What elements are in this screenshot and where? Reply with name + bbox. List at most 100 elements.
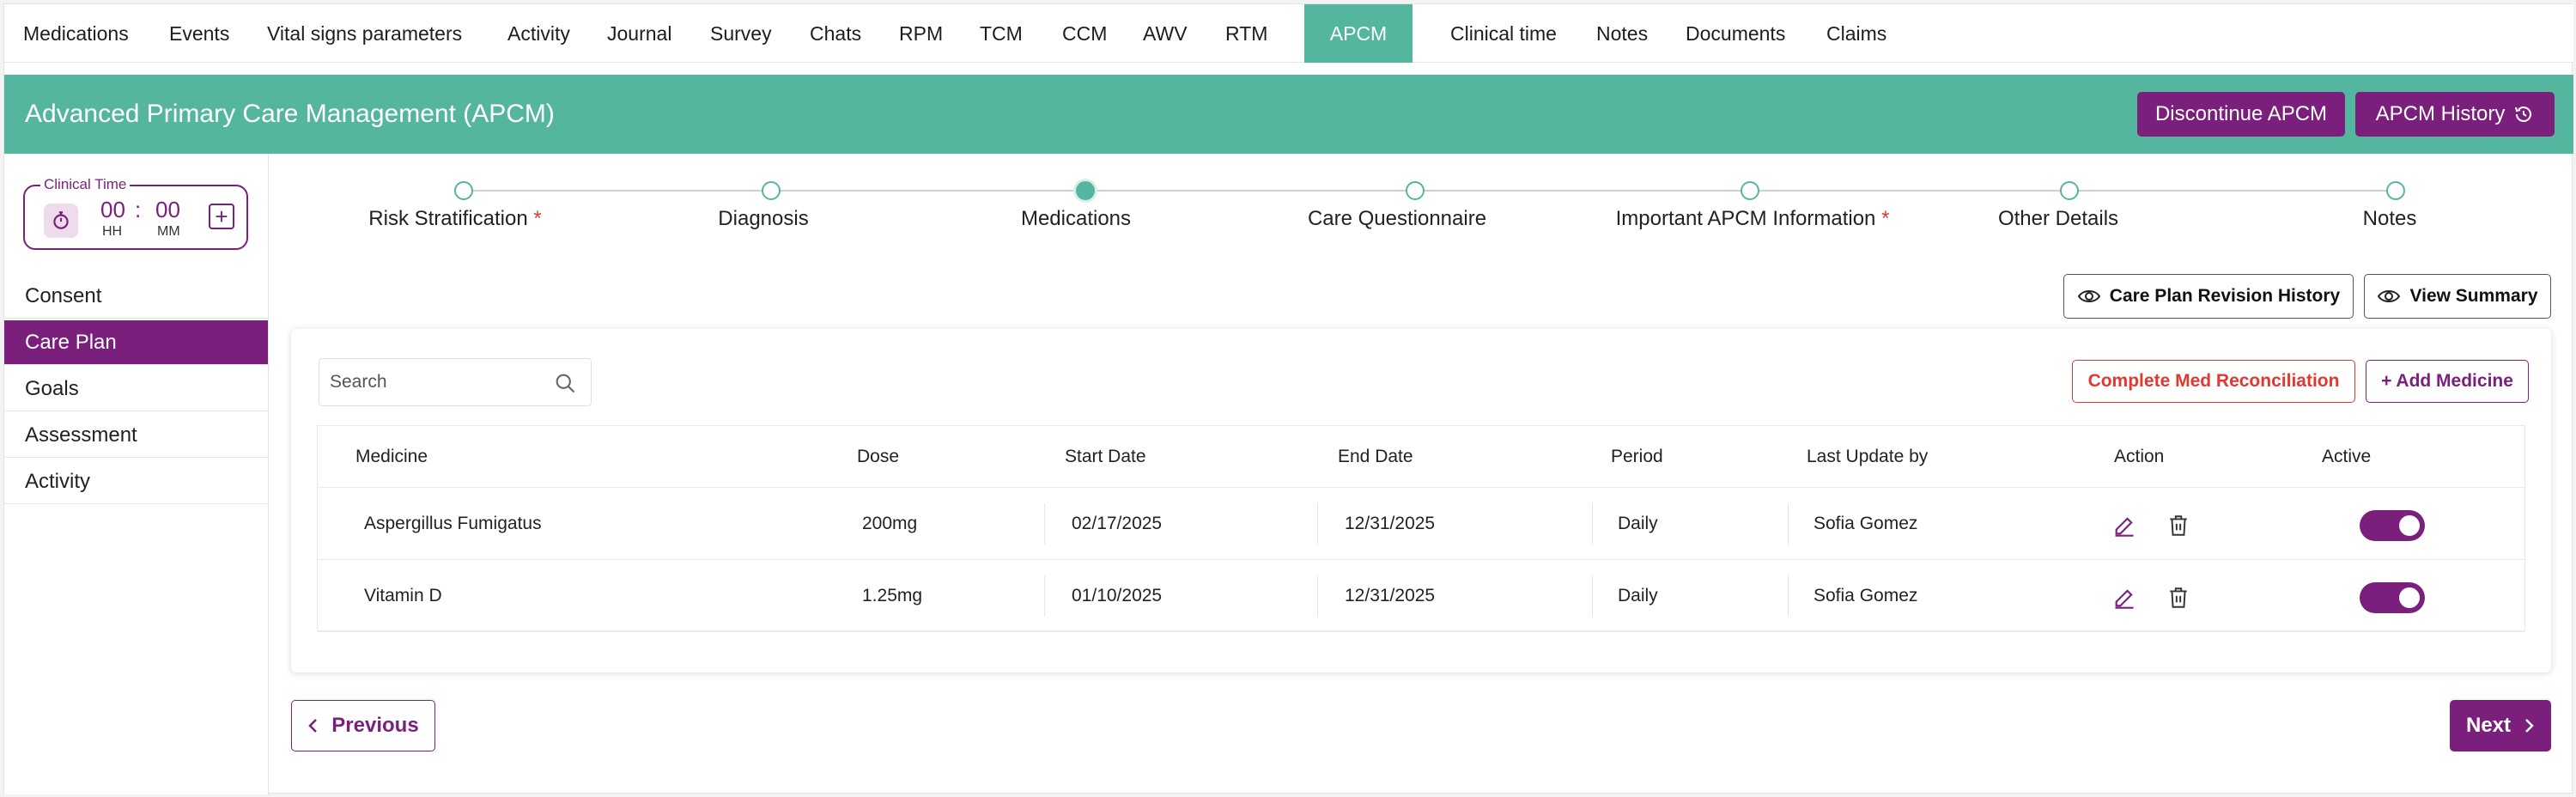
tab-tcm[interactable]: TCM: [980, 4, 1023, 63]
app-frame: Medications Events Vital signs parameter…: [3, 3, 2573, 794]
search-box: [319, 358, 592, 406]
cell-divider: [1592, 575, 1593, 617]
sidebar-item-assessment[interactable]: Assessment: [4, 413, 268, 458]
cell-divider: [1044, 503, 1045, 545]
add-medicine-button[interactable]: + Add Medicine: [2366, 360, 2529, 403]
last-update-by: Sofia Gomez: [1814, 586, 1918, 605]
tab-apcm[interactable]: APCM: [1304, 4, 1413, 63]
step-dot-medications[interactable]: [1076, 181, 1095, 200]
start-date: 01/10/2025: [1072, 586, 1163, 605]
column-header-dose: Dose: [857, 447, 900, 466]
tab-survey[interactable]: Survey: [710, 4, 772, 63]
edit-icon[interactable]: [2112, 586, 2136, 614]
medicine-name: Vitamin D: [364, 586, 442, 605]
sidebar-item-goals[interactable]: Goals: [4, 367, 268, 411]
medicine-dose: 200mg: [862, 514, 918, 533]
chevron-right-icon: [2523, 717, 2535, 734]
column-header-end-date: End Date: [1338, 447, 1413, 466]
eye-icon: [2077, 288, 2101, 305]
period: Daily: [1618, 514, 1658, 533]
step-label-notes[interactable]: Notes: [2363, 207, 2417, 231]
care-plan-revision-history-label: Care Plan Revision History: [2109, 286, 2341, 306]
step-dot-risk-stratification[interactable]: [454, 181, 473, 200]
step-label-care-questionnaire[interactable]: Care Questionnaire: [1308, 207, 1486, 231]
plus-icon: +: [215, 204, 228, 229]
tab-events[interactable]: Events: [169, 4, 229, 63]
tab-notes[interactable]: Notes: [1596, 4, 1648, 63]
last-update-by: Sofia Gomez: [1814, 514, 1918, 533]
clinical-time-separator: :: [135, 197, 142, 222]
search-input[interactable]: [330, 369, 544, 395]
edit-icon[interactable]: [2112, 514, 2136, 542]
sidebar-item-activity[interactable]: Activity: [4, 459, 268, 504]
next-button[interactable]: Next: [2450, 700, 2551, 751]
complete-med-reconciliation-button[interactable]: Complete Med Reconciliation: [2072, 360, 2355, 403]
medicine-name: Aspergillus Fumigatus: [364, 514, 542, 533]
period: Daily: [1618, 586, 1658, 605]
tab-awv[interactable]: AWV: [1143, 4, 1188, 63]
tab-medications[interactable]: Medications: [23, 4, 129, 63]
clinical-time-minutes: 00: [155, 197, 180, 222]
trash-icon[interactable]: [2167, 514, 2190, 542]
step-dot-care-questionnaire[interactable]: [1406, 181, 1425, 200]
column-header-action: Action: [2114, 447, 2165, 466]
step-label-diagnosis[interactable]: Diagnosis: [718, 207, 808, 231]
trash-icon[interactable]: [2167, 586, 2190, 614]
step-label-risk-stratification[interactable]: Risk Stratification *: [368, 207, 541, 231]
page-title: Advanced Primary Care Management (APCM): [25, 100, 555, 128]
toggle-knob: [2399, 515, 2420, 536]
step-dot-other-details[interactable]: [2060, 181, 2079, 200]
tab-vital-signs-parameters[interactable]: Vital signs parameters: [267, 4, 462, 63]
minutes-unit-label: MM: [157, 224, 180, 239]
step-dot-important-apcm-information[interactable]: [1741, 181, 1759, 200]
chevron-left-icon: [307, 717, 319, 734]
cell-divider: [1592, 503, 1593, 545]
step-label-medications[interactable]: Medications: [1021, 207, 1131, 231]
history-icon: [2513, 104, 2534, 125]
step-label-other-details[interactable]: Other Details: [1998, 207, 2118, 231]
stepper-track: [464, 190, 2396, 192]
apcm-history-button[interactable]: APCM History: [2355, 92, 2555, 137]
active-toggle[interactable]: [2360, 510, 2425, 541]
discontinue-apcm-button[interactable]: Discontinue APCM: [2137, 92, 2345, 137]
table-row: Vitamin D 1.25mg 01/10/2025 12/31/2025 D…: [318, 560, 2524, 632]
step-dot-diagnosis[interactable]: [762, 181, 781, 200]
sidebar-item-consent[interactable]: Consent: [4, 274, 268, 319]
table-header: Medicine Dose Start Date End Date Period…: [318, 426, 2524, 488]
clinical-time-hours: 00: [100, 197, 125, 222]
clinical-time-label: Clinical Time: [40, 176, 131, 193]
tab-activity[interactable]: Activity: [507, 4, 570, 63]
cell-divider: [1788, 503, 1789, 545]
add-time-button[interactable]: +: [209, 204, 234, 229]
medications-card: Complete Med Reconciliation + Add Medici…: [291, 329, 2551, 672]
active-toggle[interactable]: [2360, 582, 2425, 613]
search-icon[interactable]: [553, 371, 577, 399]
start-date: 02/17/2025: [1072, 514, 1163, 533]
tab-chats[interactable]: Chats: [810, 4, 861, 63]
tab-claims[interactable]: Claims: [1826, 4, 1886, 63]
tab-clinical-time[interactable]: Clinical time: [1450, 4, 1557, 63]
previous-button[interactable]: Previous: [291, 700, 435, 751]
module-tab-bar: Medications Events Vital signs parameter…: [4, 4, 2573, 63]
cell-divider: [1788, 575, 1789, 617]
sidebar-item-care-plan[interactable]: Care Plan: [4, 320, 268, 365]
tab-rpm[interactable]: RPM: [899, 4, 943, 63]
tab-documents[interactable]: Documents: [1686, 4, 1785, 63]
column-header-last-update-by: Last Update by: [1807, 447, 1929, 466]
step-label-important-apcm-information[interactable]: Important APCM Information *: [1616, 207, 1890, 231]
cell-divider: [1044, 575, 1045, 617]
care-plan-revision-history-button[interactable]: Care Plan Revision History: [2063, 274, 2354, 319]
view-summary-button[interactable]: View Summary: [2364, 274, 2551, 319]
apcm-history-label: APCM History: [2375, 102, 2506, 125]
step-dot-notes[interactable]: [2386, 181, 2405, 200]
tab-ccm[interactable]: CCM: [1062, 4, 1107, 63]
tab-rtm[interactable]: RTM: [1225, 4, 1267, 63]
previous-label: Previous: [331, 714, 419, 737]
sidebar: Clinical Time 00 : 00 HH MM + Consent Ca…: [4, 154, 269, 794]
clinical-time-widget: Clinical Time 00 : 00 HH MM +: [23, 176, 248, 250]
column-header-start-date: Start Date: [1065, 447, 1146, 466]
stopwatch-icon[interactable]: [44, 204, 78, 238]
tab-journal[interactable]: Journal: [607, 4, 671, 63]
view-summary-label: View Summary: [2409, 286, 2538, 306]
medicine-dose: 1.25mg: [862, 586, 923, 605]
